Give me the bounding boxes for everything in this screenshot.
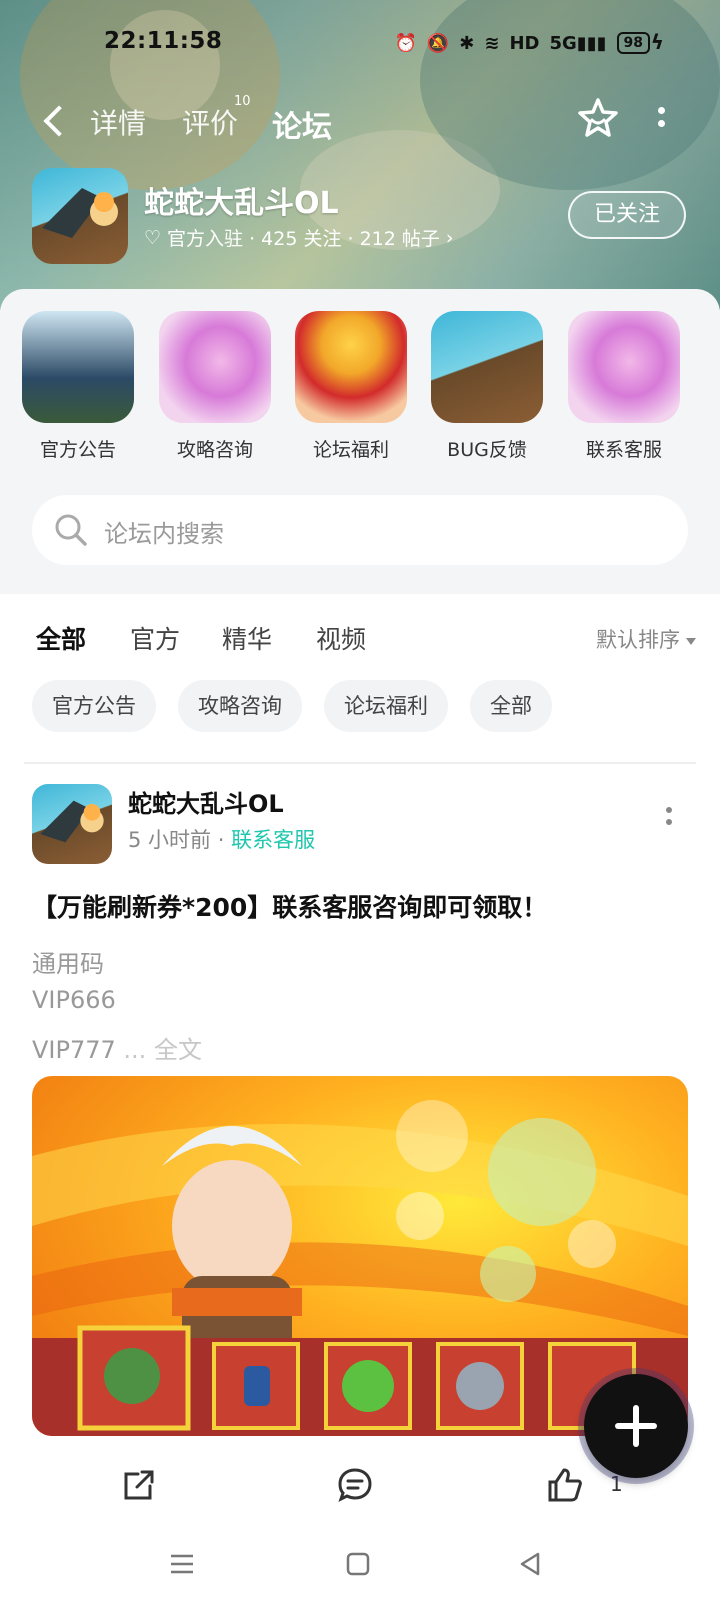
post-ellipsis: ... bbox=[123, 1036, 147, 1064]
feed-tab-official[interactable]: 官方 bbox=[130, 620, 180, 656]
search-icon bbox=[55, 514, 87, 546]
home-icon[interactable] bbox=[344, 1550, 372, 1578]
chevron-right-icon: › bbox=[445, 226, 454, 249]
divider bbox=[24, 762, 696, 764]
share-icon[interactable] bbox=[120, 1466, 158, 1504]
system-navigation-bar bbox=[0, 1520, 720, 1608]
back-nav-icon[interactable] bbox=[516, 1550, 544, 1578]
charging-icon: ϟ bbox=[650, 30, 664, 54]
post-line: 通用码 bbox=[32, 950, 104, 978]
category-bug-report[interactable]: BUG反馈 bbox=[422, 311, 552, 462]
back-icon[interactable] bbox=[40, 104, 66, 138]
category-label: 联系客服 bbox=[585, 439, 662, 461]
post-image[interactable] bbox=[32, 1076, 688, 1436]
chip-welfare[interactable]: 论坛福利 bbox=[324, 680, 448, 732]
post-meta: 5 小时前 · 联系客服 bbox=[128, 824, 315, 854]
wifi-icon: ≋ bbox=[484, 32, 500, 54]
sort-label: 默认排序 bbox=[596, 628, 680, 652]
like-icon[interactable] bbox=[546, 1466, 584, 1504]
battery-icon: 98 bbox=[616, 32, 650, 54]
category-label: BUG反馈 bbox=[447, 439, 527, 461]
chip-all[interactable]: 全部 bbox=[470, 680, 552, 732]
signal-icon: 5G▮▮▮ bbox=[549, 32, 607, 54]
app-meta[interactable]: ♡ 官方入驻 · 425 关注 · 212 帖子 › bbox=[144, 224, 454, 251]
hd-icon: HD bbox=[509, 32, 540, 54]
post-time: 5 小时前 bbox=[128, 828, 212, 852]
app-name: 蛇蛇大乱斗OL bbox=[144, 186, 339, 221]
chip-guide[interactable]: 攻略咨询 bbox=[178, 680, 302, 732]
category-guide[interactable]: 攻略咨询 bbox=[150, 311, 280, 462]
post-board-link[interactable]: 联系客服 bbox=[231, 828, 315, 852]
post-more-icon[interactable] bbox=[664, 804, 674, 834]
feed-tab-featured[interactable]: 精华 bbox=[222, 620, 272, 656]
sort-dropdown[interactable]: 默认排序 bbox=[596, 624, 696, 654]
tab-detail[interactable]: 详情 bbox=[90, 102, 146, 142]
app-info: 蛇蛇大乱斗OL ♡ 官方入驻 · 425 关注 · 212 帖子 › 已关注 bbox=[32, 168, 692, 264]
bluetooth-icon: ✱ bbox=[459, 32, 475, 54]
review-count-badge: 10 bbox=[234, 94, 251, 109]
post-line-text: VIP777 bbox=[32, 1036, 116, 1064]
category-customer-service[interactable]: 联系客服 bbox=[559, 311, 689, 462]
network-label: 5G bbox=[549, 32, 577, 54]
app-meta-text: 官方入驻 · 425 关注 · 212 帖子 bbox=[167, 228, 440, 250]
more-menu-icon[interactable] bbox=[656, 104, 666, 134]
post-author[interactable]: 蛇蛇大乱斗OL bbox=[128, 784, 284, 819]
filter-chips: 官方公告 攻略咨询 论坛福利 全部 bbox=[32, 680, 712, 734]
category-label: 官方公告 bbox=[39, 439, 116, 461]
feed-tabs: 全部 官方 精华 视频 默认排序 bbox=[0, 614, 720, 664]
forum-sheet: 官方公告 攻略咨询 论坛福利 BUG反馈 联系客服 论坛内搜索 bbox=[0, 289, 720, 594]
status-time: 22:11:58 bbox=[104, 28, 223, 54]
meta-separator: · bbox=[217, 828, 225, 852]
category-label: 攻略咨询 bbox=[176, 439, 253, 461]
alarm-icon: ⏰ bbox=[394, 32, 417, 54]
star-icon[interactable] bbox=[576, 96, 620, 140]
tab-forum[interactable]: 论坛 bbox=[268, 102, 336, 146]
post-line: VIP666 bbox=[32, 986, 116, 1014]
post-title[interactable]: 【万能刷新券*200】联系客服咨询即可领取！ bbox=[32, 888, 547, 924]
status-bar: 22:11:58 ⏰ 🔕 ✱ ≋ HD 5G▮▮▮ 98 ϟ bbox=[0, 28, 720, 64]
avatar[interactable] bbox=[32, 784, 112, 864]
search-placeholder: 论坛内搜索 bbox=[104, 520, 224, 548]
create-post-button[interactable] bbox=[584, 1374, 688, 1478]
forum-page: 22:11:58 ⏰ 🔕 ✱ ≋ HD 5G▮▮▮ 98 ϟ 详情 评价 10 … bbox=[0, 0, 720, 1608]
feed-tab-all[interactable]: 全部 bbox=[36, 620, 87, 662]
post-line: VIP777 ... 全文 bbox=[32, 1030, 202, 1065]
menu-icon[interactable] bbox=[168, 1550, 196, 1578]
category-announcement[interactable]: 官方公告 bbox=[13, 311, 143, 462]
mute-icon: 🔕 bbox=[426, 32, 450, 54]
caret-down-icon bbox=[686, 637, 696, 645]
diamond-icon: ♡ bbox=[144, 226, 162, 249]
top-nav: 详情 评价 10 论坛 bbox=[0, 94, 720, 148]
header-banner: 22:11:58 ⏰ 🔕 ✱ ≋ HD 5G▮▮▮ 98 ϟ 详情 评价 10 … bbox=[0, 0, 720, 310]
search-bar[interactable]: 论坛内搜索 bbox=[32, 495, 688, 565]
tab-review[interactable]: 评价 bbox=[182, 102, 238, 142]
comment-icon[interactable] bbox=[336, 1466, 374, 1504]
app-icon bbox=[32, 168, 128, 264]
category-row: 官方公告 攻略咨询 论坛福利 BUG反馈 联系客服 bbox=[0, 311, 720, 461]
read-more-link[interactable]: 全文 bbox=[154, 1036, 202, 1064]
feed-tab-video[interactable]: 视频 bbox=[316, 620, 366, 656]
chip-announcement[interactable]: 官方公告 bbox=[32, 680, 156, 732]
category-label: 论坛福利 bbox=[312, 439, 389, 461]
follow-button[interactable]: 已关注 bbox=[568, 191, 686, 239]
category-welfare[interactable]: 论坛福利 bbox=[286, 311, 416, 462]
